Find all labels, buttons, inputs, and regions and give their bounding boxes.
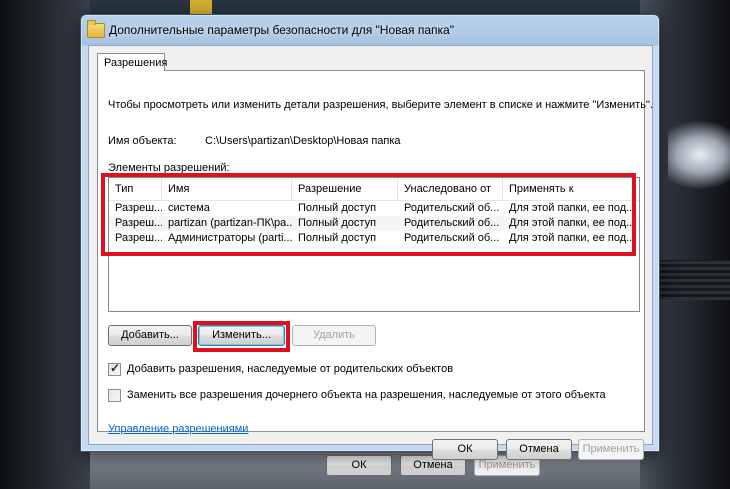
- edit-button[interactable]: Изменить...: [198, 325, 285, 346]
- add-button[interactable]: Добавить...: [108, 325, 192, 346]
- apply-button[interactable]: Применить: [578, 439, 644, 460]
- object-name-value: C:\Users\partizan\Desktop\Новая папка: [205, 135, 401, 147]
- delete-button[interactable]: Удалить: [292, 325, 376, 346]
- cancel-button-label: Отмена: [519, 443, 559, 455]
- delete-button-label: Удалить: [313, 329, 355, 341]
- ok-button[interactable]: ОК: [432, 439, 498, 460]
- edit-button-label: Изменить...: [212, 329, 271, 341]
- background-car-left: [0, 0, 90, 489]
- folder-icon: [87, 20, 105, 38]
- background-ok-button[interactable]: ОК: [326, 455, 392, 476]
- background-yellow-item: [190, 0, 212, 14]
- advanced-security-window: Дополнительные параметры безопасности дл…: [80, 14, 660, 460]
- dialog-client-area: Разрешения Чтобы просмотреть или изменит…: [88, 45, 653, 460]
- add-button-label: Добавить...: [121, 329, 179, 341]
- apply-button-label: Применить: [582, 443, 640, 455]
- window-title: Дополнительные параметры безопасности дл…: [109, 23, 454, 37]
- table-highlight-frame: [101, 173, 636, 256]
- manage-permissions-link[interactable]: Управление разрешениями: [108, 423, 248, 435]
- ok-button-label: ОК: [457, 443, 473, 455]
- inherit-permissions-label[interactable]: Добавить разрешения, наследуемые от роди…: [127, 363, 453, 375]
- object-name-label: Имя объекта:: [108, 135, 177, 147]
- replace-permissions-checkbox[interactable]: [108, 389, 121, 402]
- tab-permissions[interactable]: Разрешения: [97, 53, 168, 71]
- title-bar[interactable]: Дополнительные параметры безопасности дл…: [81, 15, 659, 45]
- tab-permissions-label: Разрешения: [104, 57, 168, 69]
- instructions-text: Чтобы просмотреть или изменить детали ра…: [108, 99, 653, 111]
- checkmark-icon: ✓: [110, 361, 121, 375]
- replace-permissions-label[interactable]: Заменить все разрешения дочернего объект…: [127, 389, 606, 401]
- background-headlight: [668, 120, 730, 190]
- cancel-button[interactable]: Отмена: [506, 439, 572, 460]
- inherit-permissions-checkbox[interactable]: ✓: [108, 361, 121, 376]
- permissions-panel: Чтобы просмотреть или изменить детали ра…: [97, 70, 653, 435]
